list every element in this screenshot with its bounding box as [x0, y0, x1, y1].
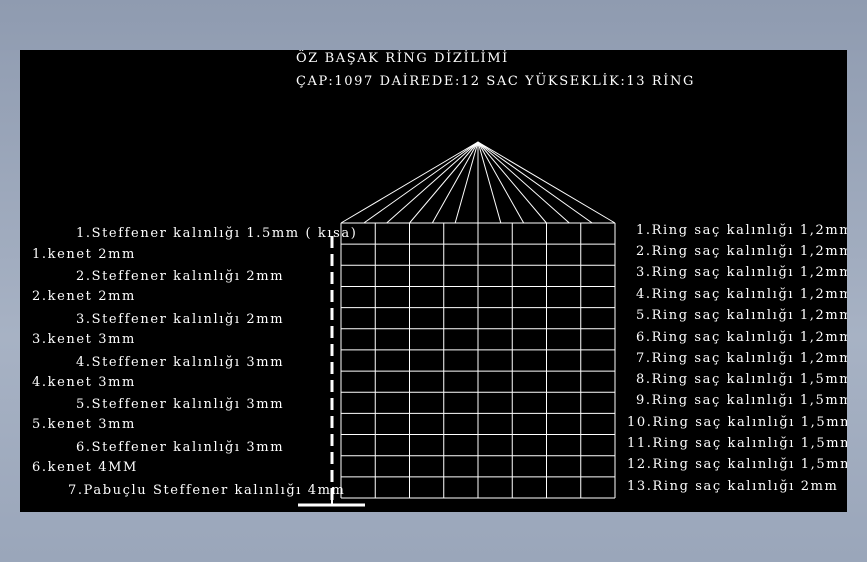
drawing-title: ÖZ BAŞAK RİNG DİZİLİMİ	[296, 51, 509, 66]
left-label-10: 5.kenet 3mm	[32, 417, 136, 432]
left-label-13: 7.Pabuçlu Steffener kalınlığı 4mm	[68, 483, 346, 498]
roof-rafter-line	[477, 141, 570, 224]
roof-rafter-line	[477, 141, 525, 224]
left-label-5: 3.Steffener kalınlığı 2mm	[76, 312, 285, 327]
right-label-6: 6.Ring saç kalınlığı 1,2mm	[636, 330, 847, 345]
cad-drawing-canvas: ÖZ BAŞAK RİNG DİZİLİMİ ÇAP:1097 DAİREDE:…	[20, 50, 847, 512]
right-label-10: 10.Ring saç kalınlığı 1,5mm	[627, 415, 847, 430]
roof-rafter-line	[363, 141, 479, 224]
roof-rafter-line	[340, 141, 479, 224]
roof-rafter-line	[454, 141, 479, 224]
roof-rafter-line	[431, 141, 479, 224]
right-label-1: 1.Ring saç kalınlığı 1,2mm	[636, 223, 847, 238]
left-label-4: 2.kenet 2mm	[32, 289, 136, 304]
roof-rafter-line	[477, 141, 502, 224]
left-label-3: 2.Steffener kalınlığı 2mm	[76, 269, 285, 284]
right-label-4: 4.Ring saç kalınlığı 1,2mm	[636, 287, 847, 302]
left-label-2: 1.kenet 2mm	[32, 247, 136, 262]
roof-rafter-line	[477, 141, 593, 224]
roof-rafter-line	[477, 141, 547, 224]
roof-rafter-line	[409, 141, 479, 224]
right-label-8: 8.Ring saç kalınlığı 1,5mm	[636, 372, 847, 387]
right-label-2: 2.Ring saç kalınlığı 1,2mm	[636, 244, 847, 259]
left-label-7: 4.Steffener kalınlığı 3mm	[76, 355, 285, 370]
right-label-13: 13.Ring saç kalınlığı 2mm	[627, 479, 839, 494]
right-label-12: 12.Ring saç kalınlığı 1,5mm	[627, 457, 847, 472]
roof-rafter-line	[477, 141, 616, 224]
left-label-11: 6.Steffener kalınlığı 3mm	[76, 440, 285, 455]
right-label-5: 5.Ring saç kalınlığı 1,2mm	[636, 308, 847, 323]
right-label-3: 3.Ring saç kalınlığı 1,2mm	[636, 265, 847, 280]
right-label-7: 7.Ring saç kalınlığı 1,2mm	[636, 351, 847, 366]
left-label-9: 5.Steffener kalınlığı 3mm	[76, 397, 285, 412]
left-label-8: 4.kenet 3mm	[32, 375, 136, 390]
drawing-subtitle: ÇAP:1097 DAİREDE:12 SAC YÜKSEKLİK:13 RİN…	[296, 74, 695, 89]
left-label-12: 6.kenet 4MM	[32, 460, 138, 475]
roof-rafter-line	[386, 141, 479, 224]
left-label-6: 3.kenet 3mm	[32, 332, 136, 347]
left-label-1: 1.Steffener kalınlığı 1.5mm ( kısa)	[76, 226, 358, 241]
right-label-11: 11.Ring saç kalınlığı 1,5mm	[627, 436, 847, 451]
right-label-9: 9.Ring saç kalınlığı 1,5mm	[636, 393, 847, 408]
